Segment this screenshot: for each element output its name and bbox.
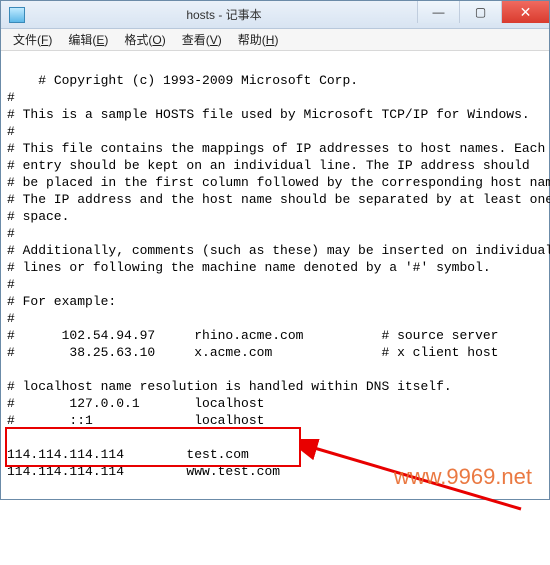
- minimize-button[interactable]: —: [417, 1, 459, 23]
- notepad-window: hosts - 记事本 — ▢ ✕ 文件(F) 编辑(E) 格式(O) 查看(V…: [0, 0, 550, 500]
- window-controls: — ▢ ✕: [417, 1, 549, 28]
- file-content: # Copyright (c) 1993-2009 Microsoft Corp…: [7, 73, 550, 479]
- notepad-icon: [9, 7, 25, 23]
- maximize-button[interactable]: ▢: [459, 1, 501, 23]
- menu-edit[interactable]: 编辑(E): [60, 29, 116, 50]
- menubar: 文件(F) 编辑(E) 格式(O) 查看(V) 帮助(H): [1, 29, 549, 51]
- close-button[interactable]: ✕: [501, 1, 549, 23]
- window-title: hosts - 记事本: [31, 6, 417, 23]
- titlebar[interactable]: hosts - 记事本 — ▢ ✕: [1, 1, 549, 29]
- annotation-arrow-icon: [301, 439, 531, 519]
- menu-file[interactable]: 文件(F): [5, 29, 60, 50]
- text-editor-area[interactable]: # Copyright (c) 1993-2009 Microsoft Corp…: [1, 51, 549, 499]
- menu-format[interactable]: 格式(O): [116, 29, 173, 50]
- menu-help[interactable]: 帮助(H): [230, 29, 287, 50]
- menu-view[interactable]: 查看(V): [174, 29, 230, 50]
